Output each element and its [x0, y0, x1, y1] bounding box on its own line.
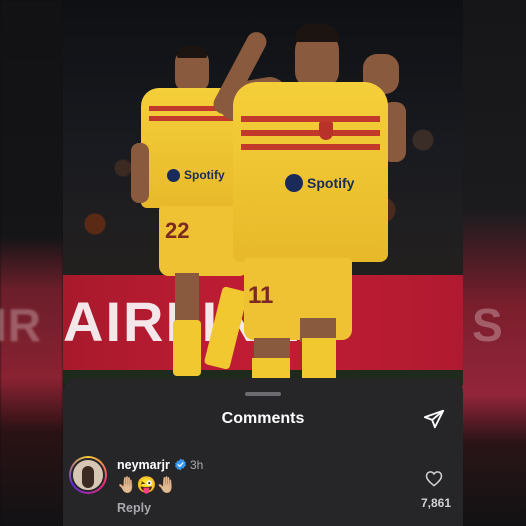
reply-button[interactable]: Reply	[117, 501, 151, 515]
verified-badge-icon	[175, 458, 186, 471]
heart-outline-icon[interactable]	[425, 470, 443, 487]
avatar[interactable]	[69, 456, 107, 494]
send-icon[interactable]	[423, 408, 445, 430]
right-shirt-sponsor: Spotify	[307, 175, 355, 191]
blurred-banner-text-right: S	[472, 299, 504, 351]
sheet-drag-handle[interactable]	[245, 392, 281, 396]
comment-text: 🤚🏼😜🤚🏼	[117, 477, 177, 494]
comment-username[interactable]: neymarjr	[117, 458, 170, 472]
blurred-side-left: IR	[0, 0, 63, 526]
right-player-number: 11	[248, 282, 274, 309]
player-right: Spotify 11	[178, 20, 428, 380]
blurred-banner-text-left: IR	[0, 299, 42, 351]
blurred-side-right: S	[462, 0, 526, 526]
avatar-photo	[71, 458, 105, 492]
post-photo[interactable]: AIRLINES Spotify 22 Spotify 11	[63, 0, 463, 385]
like-count: 7,861	[420, 496, 451, 510]
comments-sheet: Comments neymarjr 3h 🤚🏼😜🤚🏼 Reply 7,861	[63, 378, 463, 526]
comments-title: Comments	[221, 410, 305, 427]
comment-time: 3h	[190, 458, 204, 472]
